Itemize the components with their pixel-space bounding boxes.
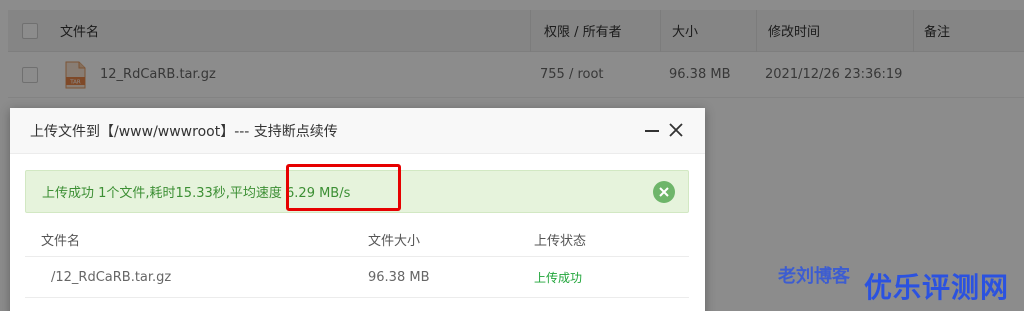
upload-status-badge: 上传成功: [534, 271, 583, 285]
close-circle-icon[interactable]: [652, 180, 676, 204]
close-icon[interactable]: [667, 121, 685, 139]
minimize-icon[interactable]: [645, 130, 659, 132]
upload-file-name: /12_RdCaRB.tar.gz: [51, 270, 172, 285]
list-header-size: 文件大小: [368, 234, 421, 249]
upload-dialog: 上传文件到【/www/wwwroot】--- 支持断点续传 上传成功 1个文件,…: [10, 108, 705, 311]
dialog-title: 上传文件到【/www/wwwroot】--- 支持断点续传: [10, 108, 705, 154]
upload-list-header: 文件名 文件大小 上传状态: [25, 223, 689, 257]
watermark-small: 老刘博客: [778, 266, 850, 287]
upload-file-size: 96.38 MB: [368, 270, 430, 285]
list-header-status: 上传状态: [534, 234, 587, 249]
speed-highlight-box: [286, 164, 401, 211]
list-header-name: 文件名: [41, 234, 81, 249]
watermark-large: 优乐评测网: [864, 271, 1010, 304]
upload-list-row: /12_RdCaRB.tar.gz 96.38 MB 上传成功: [25, 258, 689, 298]
